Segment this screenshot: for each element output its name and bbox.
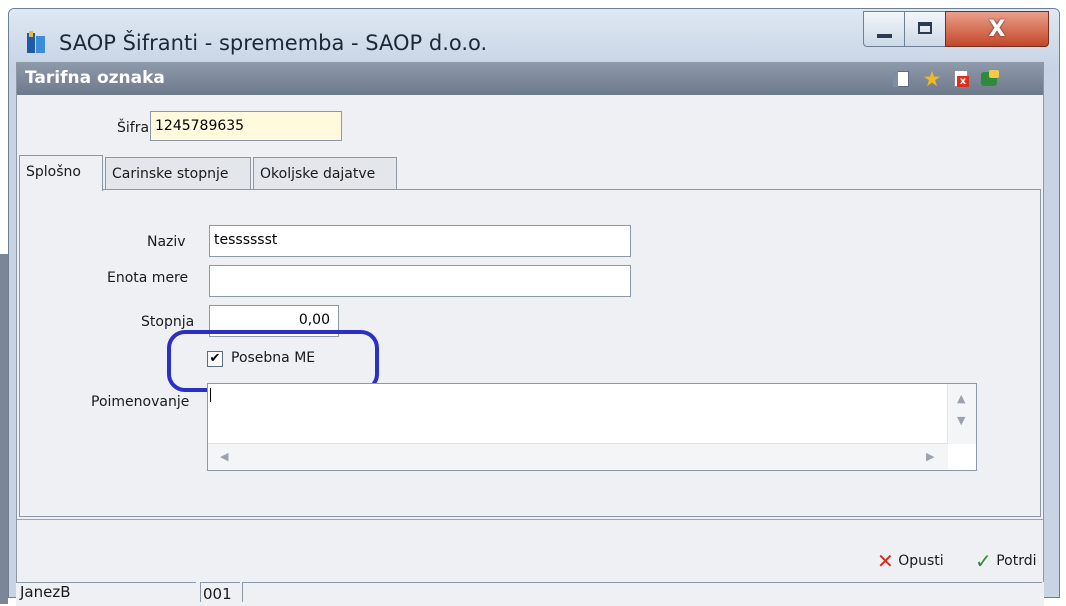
sifra-label: Šifra: [117, 120, 150, 136]
confirm-icon: ✓: [975, 549, 992, 573]
sifra-field[interactable]: 1245789635: [150, 111, 342, 141]
header-bar: Tarifna oznaka ★ x: [17, 63, 1043, 95]
close-button[interactable]: X: [945, 11, 1049, 47]
exit-icon[interactable]: [979, 69, 1001, 89]
maximize-button[interactable]: [904, 11, 946, 47]
stopnja-label: Stopnja: [141, 314, 195, 330]
cancel-icon: ✕: [877, 549, 894, 573]
poimenovanje-textarea[interactable]: ▲ ▼ ◀ ▶: [207, 383, 977, 471]
cancel-label: Opusti: [898, 553, 944, 569]
close-icon: X: [988, 17, 1006, 42]
text-cursor: [210, 388, 211, 402]
enota-mere-field[interactable]: [209, 265, 631, 297]
minimize-button[interactable]: [863, 11, 905, 47]
status-code: 001: [200, 582, 240, 603]
form-panel: Tarifna oznaka ★ x Šifra 1245789635 Splo…: [16, 62, 1044, 584]
scroll-up-icon[interactable]: ▲: [957, 392, 965, 405]
tab-carinske-stopnje[interactable]: Carinske stopnje: [105, 157, 251, 189]
maximize-icon: [918, 22, 932, 34]
background-edge: [0, 254, 8, 604]
grid-icon[interactable]: [891, 69, 913, 89]
confirm-label: Potrdi: [996, 553, 1037, 569]
star-icon[interactable]: ★: [921, 69, 943, 90]
vertical-scrollbar[interactable]: ▲ ▼: [947, 384, 976, 444]
status-user: JanezB: [16, 582, 196, 602]
form-title: Tarifna oznaka: [25, 68, 165, 88]
naziv-label: Naziv: [147, 234, 186, 250]
horizontal-scrollbar[interactable]: ◀ ▶: [208, 443, 948, 470]
enota-mere-label: Enota mere: [107, 270, 189, 286]
status-bar: JanezB 001: [16, 582, 1044, 606]
window-title: SAOP Šifranti - sprememba - SAOP d.o.o.: [59, 31, 488, 55]
scroll-down-icon[interactable]: ▼: [957, 414, 965, 427]
tab-splosno[interactable]: Splošno: [19, 155, 103, 191]
scroll-right-icon[interactable]: ▶: [926, 450, 934, 463]
tab-okoljske-dajatve[interactable]: Okoljske dajatve: [253, 157, 397, 189]
delete-document-icon[interactable]: x: [951, 69, 973, 89]
scroll-left-icon[interactable]: ◀: [220, 450, 228, 463]
app-icon: [25, 31, 47, 55]
naziv-field[interactable]: tesssssst: [209, 225, 631, 257]
poimenovanje-label: Poimenovanje: [91, 394, 190, 410]
confirm-button[interactable]: ✓ Potrdi: [975, 549, 1037, 573]
cancel-button[interactable]: ✕ Opusti: [877, 549, 944, 573]
minimize-icon: [877, 34, 892, 38]
status-panel: [242, 582, 1042, 602]
